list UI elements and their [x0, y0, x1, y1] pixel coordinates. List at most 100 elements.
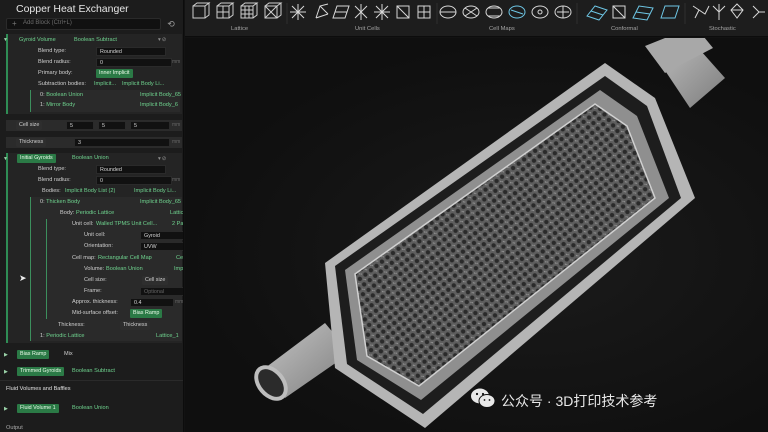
volume-ref: Implicit Body_10 — [174, 266, 184, 272]
list-item-ref: Lattice_1 — [156, 333, 179, 339]
gyroid-volume-title[interactable]: Gyroid Volume — [19, 35, 56, 46]
add-block-input[interactable]: + Add Block (Ctrl+L) — [6, 18, 161, 30]
unit-cell-label: Unit cell: — [72, 221, 94, 227]
collapse-caret-icon[interactable]: ▼ — [3, 37, 8, 43]
thickness-tag[interactable]: Thickness — [16, 138, 47, 147]
list-item-name: Mirror Body — [46, 102, 76, 108]
cell-map-icon-5 — [531, 5, 549, 19]
thickness-label: Thickness: — [58, 322, 85, 328]
bodies-type: Implicit Body List (2) — [65, 188, 116, 194]
cell-size-x[interactable]: 5 — [66, 121, 94, 130]
output-label: Output — [6, 425, 23, 431]
cell-size-tag[interactable]: Cell size — [16, 121, 43, 130]
list-item[interactable]: 0: Thicken Body — [40, 197, 80, 208]
unit-cell-select[interactable]: Gyroid — [140, 231, 183, 240]
expand-caret-icon[interactable]: ▶ — [4, 352, 8, 358]
unit-cell-icon-6 — [396, 5, 410, 19]
list-item[interactable]: 1: Mirror Body — [40, 100, 75, 111]
mid-surface-offset-tag[interactable]: Bias Ramp — [130, 309, 163, 318]
thickness-ref-tag[interactable]: Thickness — [120, 321, 151, 330]
toolbar-group-lattice[interactable]: Lattice — [231, 26, 248, 32]
blend-radius-label: Blend radius: — [38, 177, 71, 183]
trimmed-gyroids-type: Boolean Subtract — [72, 368, 115, 374]
approx-thickness-unit: mm — [175, 299, 184, 305]
bodies-ref: Implicit Body Li... — [134, 188, 177, 194]
blend-radius-field[interactable]: 0 — [96, 58, 172, 67]
unit-cell-icon-5 — [374, 4, 390, 20]
body-value: Periodic Lattice — [76, 210, 115, 216]
fluid-volume-type: Boolean Union — [72, 405, 109, 411]
unit-cell-icon-3 — [332, 5, 350, 19]
list-item[interactable]: 1: Periodic Lattice — [40, 331, 84, 342]
approx-thickness-field[interactable]: 0.4 — [130, 298, 174, 307]
list-item-index: 1: — [40, 333, 45, 339]
approx-thickness-label: Approx. thickness: — [72, 299, 118, 305]
blend-radius-field[interactable]: 0 — [96, 176, 172, 185]
list-item-index: 1: — [40, 102, 45, 108]
frame-field[interactable]: Optional — [140, 287, 183, 296]
gyroid-volume-type: Boolean Subtract — [74, 37, 117, 43]
cell-map-icon-4 — [508, 5, 526, 19]
cell-size-unit: mm — [172, 122, 181, 128]
toolbar-group-unit-cells[interactable]: Unit Cells — [355, 26, 380, 32]
initial-gyroids-type: Boolean Union — [72, 155, 109, 161]
stochastic-icon-4 — [752, 5, 765, 19]
cell-map-ref: Cell Map_0 — [176, 255, 184, 261]
conformal-icon-2 — [612, 5, 626, 19]
initial-gyroids-title[interactable]: Initial Gyroids — [17, 154, 56, 163]
unit-cell-value: Walled TPMS Unit Cell... — [96, 221, 158, 227]
list-item-index: 0: — [40, 92, 45, 98]
cell-size-z[interactable]: 5 — [130, 121, 170, 130]
orientation-label: Orientation: — [84, 243, 113, 249]
toolbar-group-conformal[interactable]: Conformal — [611, 26, 638, 32]
stochastic-icon-3 — [730, 3, 744, 19]
blend-radius-unit: mm — [172, 59, 181, 65]
list-item-name: Thicken Body — [46, 199, 81, 205]
expand-caret-icon[interactable]: ▶ — [4, 369, 8, 375]
expand-caret-icon[interactable]: ▶ — [4, 406, 8, 412]
block-panel: Copper Heat Exchanger + Add Block (Ctrl+… — [0, 0, 184, 432]
toolbar-group-cell-maps[interactable]: Cell Maps — [489, 26, 515, 32]
subtraction-bodies-label: Subtraction bodies: — [38, 81, 86, 87]
lattice-icon-3 — [240, 2, 259, 19]
primary-body-tag[interactable]: Inner Implicit — [96, 69, 133, 78]
3d-viewport[interactable]: 公众号 · 3D打印技术参考 — [185, 38, 768, 432]
unit-cell-icon-4 — [354, 4, 368, 20]
unit-cell-ref: 2 Paramete... — [172, 221, 184, 227]
block-actions-icons[interactable]: ▾⊘ — [158, 37, 167, 43]
toolbar-group-stochastic[interactable]: Stochastic — [709, 26, 736, 32]
subtraction-bodies-ref: Implicit Body Li... — [122, 81, 165, 87]
body-ref: Lattice_1 — [170, 210, 184, 216]
bias-ramp-type: Mix — [64, 351, 73, 357]
collapse-caret-icon[interactable]: ▼ — [3, 156, 8, 162]
conformal-icon-3 — [632, 5, 654, 21]
blend-type-select[interactable]: Rounded — [96, 47, 166, 56]
volume-value: Boolean Union — [106, 266, 143, 272]
document-title: Copper Heat Exchanger — [16, 3, 129, 15]
fluid-volume-tag[interactable]: Fluid Volume 1 — [17, 404, 59, 413]
cell-size-y[interactable]: 5 — [98, 121, 126, 130]
blend-type-select[interactable]: Rounded — [96, 165, 166, 174]
cell-size-ref-tag[interactable]: Cell size — [142, 276, 169, 285]
mouse-cursor-icon: ➤ — [19, 273, 27, 283]
toolbar-icons — [192, 2, 765, 24]
blend-radius-label: Blend radius: — [38, 59, 71, 65]
plus-icon: + — [12, 19, 17, 28]
block-actions-icons[interactable]: ▾⊘ — [158, 156, 167, 162]
volume-label: Volume: — [84, 266, 105, 272]
cell-size-label: Cell size: — [84, 277, 107, 283]
list-item-name: Boolean Union — [46, 92, 83, 98]
list-item-ref: Implicit Body_65 — [140, 199, 182, 205]
unit-cell-sub-label: Unit cell: — [84, 232, 106, 238]
list-item-index: 0: — [40, 199, 45, 205]
sync-icon[interactable]: ⟲ — [165, 18, 177, 30]
orientation-select[interactable]: UVW — [140, 242, 183, 251]
trimmed-gyroids-tag[interactable]: Trimmed Gyroids — [17, 367, 65, 376]
thickness-field[interactable]: 3 — [74, 138, 170, 147]
blend-type-label: Blend type: — [38, 48, 66, 54]
primary-body-label: Primary body: — [38, 70, 73, 76]
lattice-icon-4 — [264, 2, 283, 19]
bias-ramp-tag[interactable]: Bias Ramp — [17, 350, 50, 359]
cell-map-icon-6 — [554, 5, 572, 19]
fluid-section-heading: Fluid Volumes and Baffles — [6, 386, 71, 392]
